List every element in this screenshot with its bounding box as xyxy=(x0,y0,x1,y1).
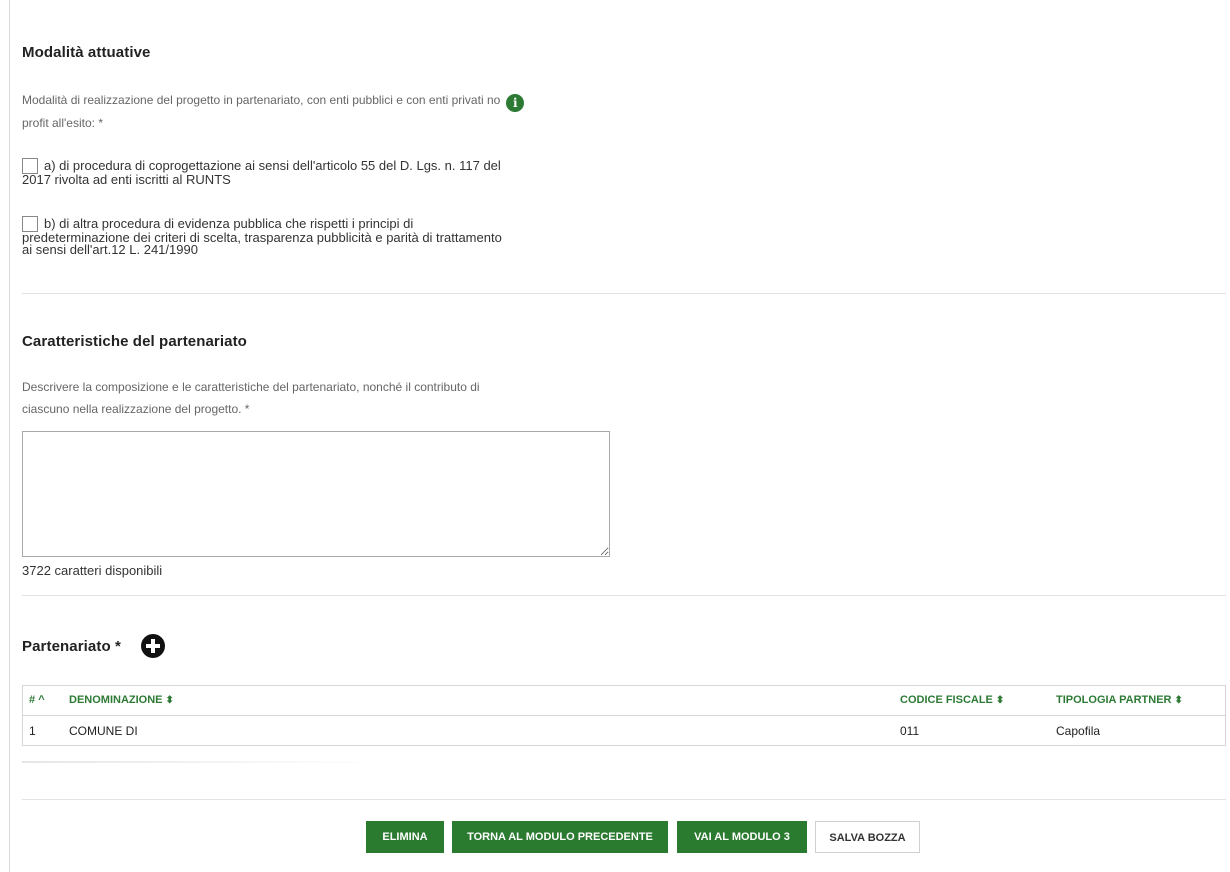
sort-up-icon: ^ xyxy=(38,694,45,706)
partnership-description-textarea[interactable] xyxy=(22,431,610,557)
caratteristiche-hint: Descrivere la composizione e le caratter… xyxy=(22,376,480,420)
table-header-row: # ^ DENOMINAZIONE ⬍ CODICE FISCALE ⬍ TIPOL… xyxy=(23,686,1225,716)
row-index: 1 xyxy=(29,724,36,738)
sort-icon: ⬍ xyxy=(1174,695,1183,706)
next-module-button[interactable]: VAI AL MODULO 3 xyxy=(677,821,807,853)
column-header-codice-fiscale[interactable]: CODICE FISCALE ⬍ xyxy=(900,694,1004,706)
table-row[interactable]: 1 COMUNE DI 011 Capofila xyxy=(23,716,1225,745)
modalita-hint-line1: Modalità di realizzazione del progetto i… xyxy=(22,93,501,107)
column-header-tipologia-partner[interactable]: TIPOLOGIA PARTNER ⬍ xyxy=(1056,694,1183,706)
column-header-index-label: # xyxy=(29,694,36,706)
caratteristiche-hint-line2: ciascuno nella realizzazione del progett… xyxy=(22,402,250,416)
modalita-hint-line2: profit all'esito: * xyxy=(22,116,103,130)
character-counter: 3722 caratteri disponibili xyxy=(22,563,163,578)
section-title-modalita: Modalità attuative xyxy=(22,44,151,61)
section-divider xyxy=(22,799,1226,800)
section-title-caratteristiche: Caratteristiche del partenariato xyxy=(22,333,247,350)
option-a-line1: a) di procedura di coprogettazione ai se… xyxy=(44,158,501,173)
row-codice-fiscale: 011 xyxy=(900,724,920,738)
info-icon[interactable]: i xyxy=(506,94,525,112)
row-denominazione: COMUNE DI xyxy=(69,724,138,738)
section-title-partenariato: Partenariato * xyxy=(22,638,121,655)
column-header-denominazione[interactable]: DENOMINAZIONE ⬍ xyxy=(69,694,174,706)
scroll-shadow xyxy=(22,761,382,763)
sort-icon: ⬍ xyxy=(995,695,1005,706)
row-tipologia-partner: Capofila xyxy=(1056,724,1101,738)
modalita-hint: Modalità di realizzazione del progetto i… xyxy=(22,89,525,134)
column-header-tipologia-partner-label: TIPOLOGIA PARTNER xyxy=(1056,694,1172,706)
option-b[interactable]: b) di altra procedura di evidenza pubbli… xyxy=(22,216,622,256)
previous-module-button[interactable]: TORNA AL MODULO PRECEDENTE xyxy=(452,821,668,853)
column-header-index[interactable]: # ^ xyxy=(29,694,45,706)
option-b-line3: ai sensi dell'art.12 L. 241/1990 xyxy=(22,242,198,257)
section-divider xyxy=(22,595,1226,596)
delete-button[interactable]: ELIMINA xyxy=(366,821,444,853)
option-a-line2: 2017 rivolta ad enti iscritti al RUNTS xyxy=(22,172,231,187)
caratteristiche-hint-line1: Descrivere la composizione e le caratter… xyxy=(22,380,480,394)
option-b-line1: b) di altra procedura di evidenza pubbli… xyxy=(44,216,414,231)
partners-table: # ^ DENOMINAZIONE ⬍ CODICE FISCALE ⬍ TIPOL… xyxy=(22,685,1226,746)
column-header-denominazione-label: DENOMINAZIONE xyxy=(69,694,163,706)
left-border xyxy=(9,0,10,872)
option-a[interactable]: a) di procedura di coprogettazione ai se… xyxy=(22,158,622,186)
save-draft-button[interactable]: SALVA BOZZA xyxy=(815,821,920,853)
section-divider xyxy=(22,293,1226,294)
plus-circle-icon[interactable] xyxy=(141,634,165,658)
column-header-codice-fiscale-label: CODICE FISCALE xyxy=(900,694,993,706)
sort-icon: ⬍ xyxy=(165,695,174,706)
